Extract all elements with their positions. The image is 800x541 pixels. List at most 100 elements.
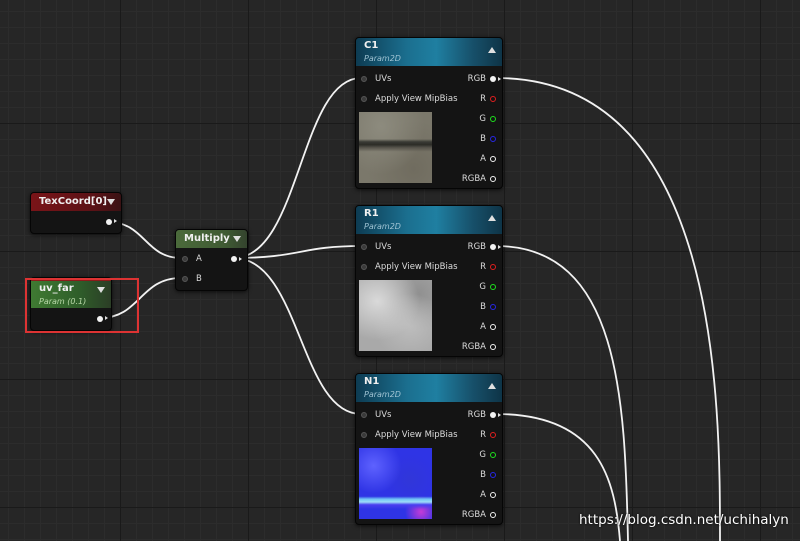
output-pin-dot[interactable] <box>490 512 496 518</box>
output-pin-row[interactable]: R <box>446 91 496 107</box>
output-pin-label: R <box>480 94 486 104</box>
output-pin-dot[interactable] <box>490 76 496 82</box>
input-pin-row[interactable]: Apply View MipBias <box>361 259 458 275</box>
output-pin-dot[interactable] <box>490 432 496 438</box>
r1-node[interactable]: R1 Param2D UVs Apply View MipBias RGB R G B A R… <box>355 205 503 357</box>
output-pin-row[interactable]: RGBA <box>446 171 496 187</box>
wire-multiply-to-r1-uvs <box>233 245 362 259</box>
output-pin-dot[interactable] <box>490 324 496 330</box>
output-pin-label: G <box>479 114 486 124</box>
collapse-arrow-icon[interactable] <box>233 236 241 242</box>
output-pin-label: RGBA <box>461 510 486 520</box>
pin-arrow-icon <box>239 257 242 261</box>
multiply-pin-b[interactable]: B <box>182 271 242 287</box>
wire-c1-rgb-out <box>495 77 721 541</box>
n1-subtitle: Param2D <box>364 390 401 399</box>
output-pin-row[interactable]: G <box>446 111 496 127</box>
texcoord-output-pin[interactable] <box>106 219 112 225</box>
output-pin-dot[interactable] <box>490 452 496 458</box>
input-pin-row[interactable]: UVs <box>361 239 451 255</box>
multiply-pin-a[interactable]: A <box>182 251 242 267</box>
input-pin-dot[interactable] <box>361 76 367 82</box>
output-pin-label: RGBA <box>461 174 486 184</box>
pin-arrow-icon <box>498 77 501 81</box>
input-pin-dot[interactable] <box>182 256 188 262</box>
output-pin-row[interactable]: A <box>446 151 496 167</box>
output-pin-dot[interactable] <box>490 156 496 162</box>
multiply-pin-a-label: A <box>196 254 202 264</box>
output-pin-dot[interactable] <box>490 412 496 418</box>
output-pin-dot[interactable] <box>490 136 496 142</box>
output-pin-dot[interactable] <box>490 344 496 350</box>
output-pin-row[interactable]: RGB <box>446 407 501 423</box>
input-pin-row[interactable]: Apply View MipBias <box>361 427 458 443</box>
input-pin-row[interactable]: UVs <box>361 71 451 87</box>
output-pin-label: G <box>479 450 486 460</box>
n1-texture-preview <box>359 448 432 519</box>
output-pin-label: B <box>480 134 486 144</box>
n1-title: N1 <box>364 376 380 387</box>
c1-title: C1 <box>364 40 379 51</box>
output-pin-row[interactable]: B <box>446 467 496 483</box>
output-pin-row[interactable]: R <box>446 259 496 275</box>
multiply-output-pin[interactable] <box>231 256 237 262</box>
output-pin-row[interactable]: A <box>446 487 496 503</box>
multiply-title: Multiply <box>184 233 230 244</box>
input-pin-label: UVs <box>375 74 392 84</box>
input-pin-row[interactable]: UVs <box>361 407 451 423</box>
input-pin-dot[interactable] <box>361 96 367 102</box>
c1-header[interactable]: C1 Param2D <box>356 38 502 66</box>
output-pin-row[interactable]: R <box>446 427 496 443</box>
collapse-arrow-icon[interactable] <box>488 215 496 221</box>
output-pin-row[interactable]: RGBA <box>446 507 496 523</box>
watermark-text: https://blog.csdn.net/uchihalyn <box>579 512 789 528</box>
multiply-node[interactable]: Multiply A B <box>175 229 248 291</box>
output-pin-label: G <box>479 282 486 292</box>
output-pin-row[interactable]: A <box>446 319 496 335</box>
pin-arrow-icon <box>498 245 501 249</box>
output-pin-row[interactable]: B <box>446 131 496 147</box>
input-pin-dot[interactable] <box>361 244 367 250</box>
r1-header[interactable]: R1 Param2D <box>356 206 502 234</box>
output-pin-label: R <box>480 430 486 440</box>
n1-node[interactable]: N1 Param2D UVs Apply View MipBias RGB R G B A R… <box>355 373 503 525</box>
output-pin-row[interactable]: RGB <box>446 71 501 87</box>
texcoord-title: TexCoord[0] <box>39 196 107 207</box>
multiply-header[interactable]: Multiply <box>176 230 247 248</box>
input-pin-dot[interactable] <box>182 276 188 282</box>
selection-highlight <box>25 278 139 333</box>
input-pin-dot[interactable] <box>361 264 367 270</box>
output-pin-dot[interactable] <box>490 116 496 122</box>
output-pin-row[interactable]: B <box>446 299 496 315</box>
output-pin-label: RGB <box>467 74 486 84</box>
collapse-arrow-icon[interactable] <box>107 199 115 205</box>
output-pin-label: RGB <box>467 410 486 420</box>
output-pin-label: A <box>480 154 486 164</box>
n1-header[interactable]: N1 Param2D <box>356 374 502 402</box>
c1-node[interactable]: C1 Param2D UVs Apply View MipBias RGB R G B A R… <box>355 37 503 189</box>
output-pin-row[interactable]: G <box>446 279 496 295</box>
output-pin-label: A <box>480 322 486 332</box>
c1-subtitle: Param2D <box>364 54 401 63</box>
output-pin-dot[interactable] <box>490 492 496 498</box>
collapse-arrow-icon[interactable] <box>488 383 496 389</box>
input-pin-dot[interactable] <box>361 432 367 438</box>
input-pin-dot[interactable] <box>361 412 367 418</box>
output-pin-dot[interactable] <box>490 472 496 478</box>
r1-texture-preview <box>359 280 432 351</box>
r1-title: R1 <box>364 208 379 219</box>
input-pin-row[interactable]: Apply View MipBias <box>361 91 458 107</box>
texcoord-header[interactable]: TexCoord[0] <box>31 193 121 211</box>
output-pin-dot[interactable] <box>490 304 496 310</box>
output-pin-dot[interactable] <box>490 244 496 250</box>
output-pin-dot[interactable] <box>490 264 496 270</box>
output-pin-row[interactable]: G <box>446 447 496 463</box>
collapse-arrow-icon[interactable] <box>488 47 496 53</box>
output-pin-dot[interactable] <box>490 176 496 182</box>
output-pin-row[interactable]: RGB <box>446 239 501 255</box>
texcoord-node[interactable]: TexCoord[0] <box>30 192 122 234</box>
pin-arrow-icon <box>498 413 501 417</box>
output-pin-dot[interactable] <box>490 96 496 102</box>
output-pin-row[interactable]: RGBA <box>446 339 496 355</box>
output-pin-dot[interactable] <box>490 284 496 290</box>
